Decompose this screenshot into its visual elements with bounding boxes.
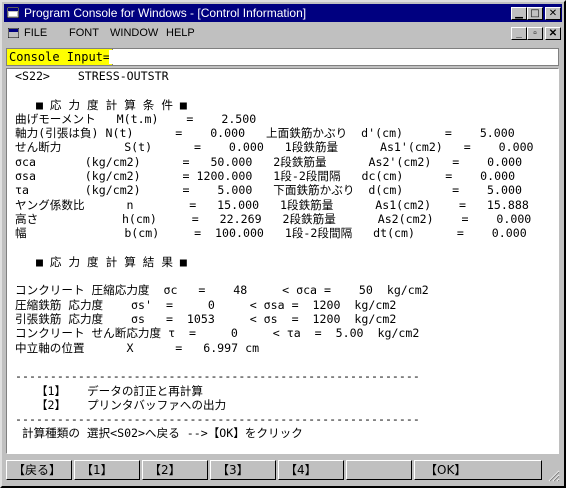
console-line: <S22> STRESS-OUTSTR (15, 69, 169, 83)
console-line: 計算種類の 選択<S02>へ戻る -->【OK】をクリック (15, 426, 303, 441)
title-bar[interactable]: Program Console for Windows - [Control I… (4, 4, 562, 22)
menu-bar: FILE FONT WINDOW HELP _ ▫ ✕ (4, 24, 562, 42)
console-line: せん断力 S(t) = 0.000 1段鉄筋量 As1'(cm2) = 0.00… (15, 140, 534, 155)
console-line: 【1】 データの訂正と再計算 (15, 383, 203, 398)
restore-icon: ▫ (533, 28, 537, 39)
app-window: Program Console for Windows - [Control I… (0, 0, 566, 488)
fkey-back-button[interactable]: 【戻る】 (6, 460, 72, 480)
console-line: 曲げモーメント M(t.m) = 2.500 (15, 111, 257, 126)
console-line: σca (kg/cm2) = 50.000 2段鉄筋量 As2'(cm2) = … (15, 154, 523, 169)
console-line: 高さ h(cm) = 22.269 2段鉄筋量 As2(cm2) = 0.000 (15, 211, 532, 226)
console-line: ----------------------------------------… (15, 412, 420, 427)
console-input-row: Console Input= (6, 48, 559, 66)
console-line: コンクリート 圧縮応力度 σc = 48 < σca = 50 kg/cm2 (15, 283, 429, 298)
console-line: 【2】 プリンタバッファへの出力 (15, 397, 227, 412)
fkey-ok-button[interactable]: 【OK】 (414, 460, 542, 480)
close-icon: ✕ (548, 8, 558, 19)
console-line: ----------------------------------------… (15, 369, 420, 384)
fkey-3-button[interactable]: 【3】 (210, 460, 276, 480)
console-line: 圧縮鉄筋 応力度 σs' = 0 < σsa = 1200 kg/cm2 (15, 297, 397, 312)
close-icon: ✕ (548, 28, 558, 39)
window-title: Program Console for Windows - [Control I… (24, 6, 307, 20)
close-button[interactable]: ✕ (545, 7, 561, 20)
app-icon (7, 7, 19, 18)
function-key-bar: 【戻る】 【1】 【2】 【3】 【4】 【OK】 (4, 456, 562, 484)
child-close-button[interactable]: ✕ (545, 27, 561, 40)
console-line: ■ 応 力 度 計 算 結 果 ■ (15, 254, 187, 269)
fkey-1-button[interactable]: 【1】 (74, 460, 140, 480)
menu-file[interactable]: FILE (24, 24, 47, 42)
maximize-icon: □ (530, 8, 540, 19)
console-input-label: Console Input= (7, 49, 114, 65)
fkey-blank-button[interactable] (346, 460, 412, 480)
fkey-4-button[interactable]: 【4】 (278, 460, 344, 480)
minimize-button[interactable]: ▁ (511, 7, 527, 20)
console-line: コンクリート せん断応力度 τ = 0 < τa = 5.00 kg/cm2 (15, 326, 420, 341)
console-line: 中立軸の位置 X = 6.997 cm (15, 340, 260, 355)
console-output-area[interactable]: <S22> STRESS-OUTSTR ■ 応 力 度 計 算 条 件 ■ 曲げモ… (6, 68, 559, 454)
fkey-2-button[interactable]: 【2】 (142, 460, 208, 480)
menu-font[interactable]: FONT (69, 24, 99, 42)
menu-window[interactable]: WINDOW (110, 24, 158, 42)
console-line: 幅 b(cm) = 100.000 1段-2段間隔 dt(cm) = 0.000 (15, 226, 527, 241)
console-line: ■ 応 力 度 計 算 条 件 ■ (15, 97, 187, 112)
minimize-icon: _ (516, 28, 522, 39)
maximize-button[interactable]: □ (527, 7, 543, 20)
console-line: τa (kg/cm2) = 5.000 下面鉄筋かぶり d(cm) = 5.00… (15, 183, 522, 198)
console-line: ヤング係数比 n = 15.000 1段鉄筋量 As1(cm2) = 15.88… (15, 197, 529, 212)
minimize-icon: ▁ (515, 8, 523, 19)
console-line: σsa (kg/cm2) = 1200.000 1段-2段間隔 dc(cm) =… (15, 169, 516, 184)
console-line: 軸力(引張は負) N(t) = 0.000 上面鉄筋かぶり d'(cm) = 5… (15, 126, 515, 141)
menu-help[interactable]: HELP (166, 24, 195, 42)
child-minimize-button[interactable]: _ (511, 27, 527, 40)
document-icon[interactable] (8, 28, 19, 38)
resize-grip-icon[interactable] (548, 470, 560, 482)
console-line: 引張鉄筋 応力度 σs = 1053 < σs = 1200 kg/cm2 (15, 312, 397, 327)
console-input[interactable] (109, 50, 549, 64)
child-restore-button[interactable]: ▫ (527, 27, 543, 40)
console-output-text: <S22> STRESS-OUTSTR ■ 応 力 度 計 算 条 件 ■ 曲げモ… (15, 69, 534, 441)
